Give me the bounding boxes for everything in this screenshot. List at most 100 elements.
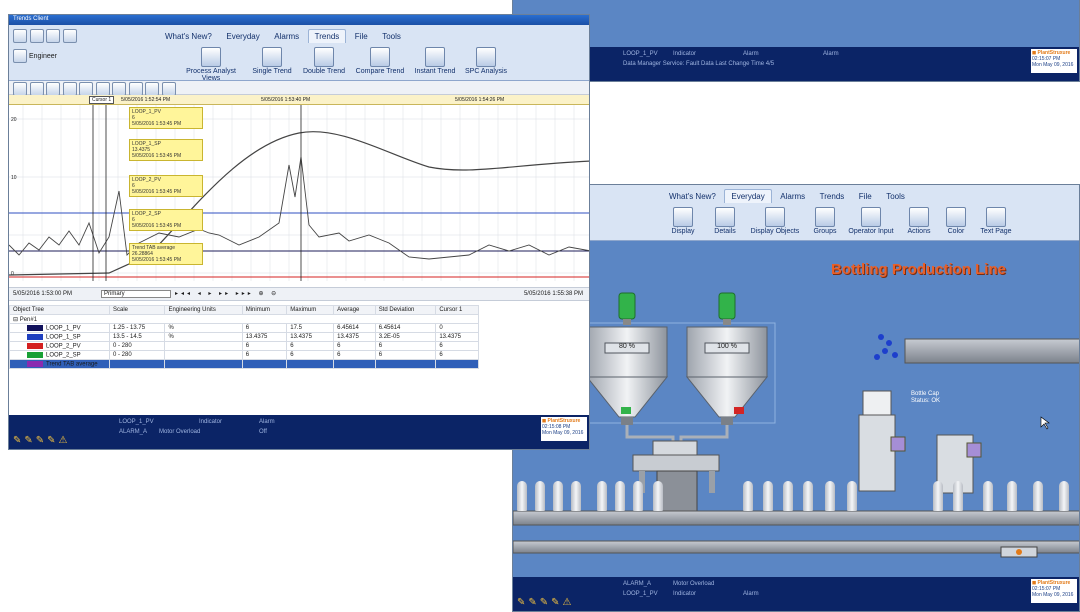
redo-icon[interactable] [128,82,143,96]
pen-name-cell[interactable]: LOOP_2_SP [9,350,110,360]
tab-everyday[interactable]: Everyday [724,189,772,203]
column-header[interactable]: Cursor 1 [435,305,479,315]
tab-everyday[interactable]: Everyday [220,30,265,43]
display-button[interactable]: Display [663,207,703,235]
process-analyst-views-button[interactable]: Process Analyst Views [177,47,245,82]
tab-trends[interactable]: Trends [307,29,347,43]
pen-cell [374,359,437,369]
open-icon[interactable] [29,82,44,96]
display-icon [673,207,693,227]
capper-machine[interactable] [858,390,906,492]
tab-tools[interactable]: Tools [376,30,407,43]
tab-tools[interactable]: Tools [880,190,911,203]
conveyor-controls[interactable] [1000,546,1038,558]
pen-color-swatch[interactable] [27,351,43,358]
groups-button[interactable]: Groups [807,207,843,235]
actions-button[interactable]: Actions [901,207,937,235]
table-row[interactable]: LOOP_1_SP 13.5 - 14.5% 13.4375 13.4375 13.43… [9,332,479,342]
double-trend-button[interactable]: Double Trend [299,47,349,75]
status-icons[interactable]: ✎✎✎✎⚠ [517,597,574,608]
settings-icon[interactable] [161,82,176,96]
tab-file[interactable]: File [853,190,878,203]
tank-2[interactable] [685,326,769,425]
display-objects-button[interactable]: Display Objects [747,207,803,235]
table-row[interactable]: Trend TAB average [9,359,479,369]
bottle [517,481,527,511]
back-icon[interactable] [13,29,27,43]
tank2-status-lamp[interactable] [718,292,736,325]
filler-machine[interactable] [632,440,720,516]
table-row[interactable]: LOOP_1_PV 1.25 - 13.75% 6 17.5 6.45614 6.4561… [9,323,479,333]
cursor-ticket[interactable]: LOOP_2_SP 6 5/05/2016 1:53:45 PM [129,209,203,231]
pen-color-swatch[interactable] [27,333,43,340]
status-icons[interactable]: ✎✎✎✎⚠ [13,435,70,446]
user-icon[interactable] [13,49,27,63]
cursor-ticket[interactable]: LOOP_2_PV 6 5/05/2016 1:53:45 PM [129,175,203,197]
pen-name-cell[interactable]: LOOP_1_PV [9,323,110,333]
undo-icon[interactable] [112,82,127,96]
export-icon[interactable] [145,82,160,96]
tab-alarms[interactable]: Alarms [774,190,811,203]
nav-mode-select[interactable]: Primary [101,290,171,298]
actions-icon [909,207,929,227]
cursor-ticket[interactable]: LOOP_1_SP 13.4375 5/05/2016 1:53:45 PM [129,139,203,161]
tank1-status-lamp[interactable] [618,292,636,325]
pen-name-cell[interactable]: Trend TAB average [9,359,110,369]
pen-name-cell[interactable]: LOOP_2_PV [9,341,110,351]
tank1-valve-open[interactable] [621,407,631,414]
pen-name-cell[interactable]: LOOP_1_SP [9,332,110,342]
save-icon[interactable] [13,82,27,96]
nav-end-time[interactable]: 5/05/2016 1:55:38 PM [524,291,583,297]
tab-alarms[interactable]: Alarms [268,30,305,43]
cursor-ticket[interactable]: Trend TAB average 26.28864 5/05/2016 1:5… [129,243,203,265]
tab-file[interactable]: File [349,30,374,43]
pen-cell [241,359,288,369]
column-header[interactable]: Average [333,305,376,315]
pen-color-swatch[interactable] [27,324,43,331]
trend-chart[interactable] [9,105,590,281]
operator-input-button[interactable]: Operator Input [845,207,897,235]
nav-controls[interactable]: ▸◂◂ ◂ ▸ ▸▸ ▸▸▸ ⊕ ⊖ [175,290,279,297]
pen-color-swatch[interactable] [27,360,43,367]
compare-trend-button[interactable]: Compare Trend [353,47,407,75]
table-row[interactable]: LOOP_2_PV 0 - 280 6 6 6 6 6 [9,341,479,351]
tab-whats-new[interactable]: What's New? [159,30,218,43]
zoom-icon[interactable] [46,82,61,96]
tab-whats-new[interactable]: What's New? [663,190,722,203]
user-name[interactable]: Engineer [29,53,57,60]
tank2-valve-closed[interactable] [734,407,744,414]
column-header[interactable]: Maximum [286,305,335,315]
nav-start-time[interactable]: 5/05/2016 1:53:00 PM [13,291,72,297]
home-icon[interactable] [46,29,61,43]
tree-expand-icon[interactable]: ⊟ [13,317,18,323]
table-row[interactable]: LOOP_2_SP 0 - 280 6 6 6 6 6 [9,350,479,360]
column-header[interactable]: Engineering Units [164,305,243,315]
tab-trends[interactable]: Trends [814,190,851,203]
instant-trend-button[interactable]: Instant Trend [411,47,459,75]
pen-cell: 6 [241,323,288,333]
pen-icon[interactable] [95,82,110,96]
column-header[interactable]: Object Tree [9,305,110,315]
single-trend-button[interactable]: Single Trend [249,47,295,75]
print-icon[interactable] [62,29,77,43]
cursor-flag[interactable]: Cursor 1 [89,96,115,104]
bottle [553,481,563,511]
y-tick-10: 10 [11,175,17,181]
pen-color-swatch[interactable] [27,342,43,349]
column-header[interactable]: Scale [108,305,166,315]
pen-cell: 3.2E-05 [374,332,437,342]
title-bar: Trends Client [9,15,589,25]
cursor-icon[interactable] [79,82,94,96]
column-header[interactable]: Minimum [241,305,288,315]
pan-icon[interactable] [62,82,77,96]
cursor-ticket[interactable]: LOOP_1_PV 6 5/05/2016 1:53:45 PM [129,107,203,129]
forward-icon[interactable] [29,29,44,43]
column-header[interactable]: Std Deviation [374,305,437,315]
pen-group-row[interactable]: ⊟ Pen#1 [9,314,479,324]
spc-analysis-button[interactable]: SPC Analysis [461,47,511,75]
pen-line-loop-1-pv [9,156,589,260]
y-tick-0: 0 [11,271,14,277]
color-button[interactable]: Color [939,207,973,235]
details-button[interactable]: Details [705,207,745,235]
text-page-button[interactable]: Text Page [975,207,1017,235]
